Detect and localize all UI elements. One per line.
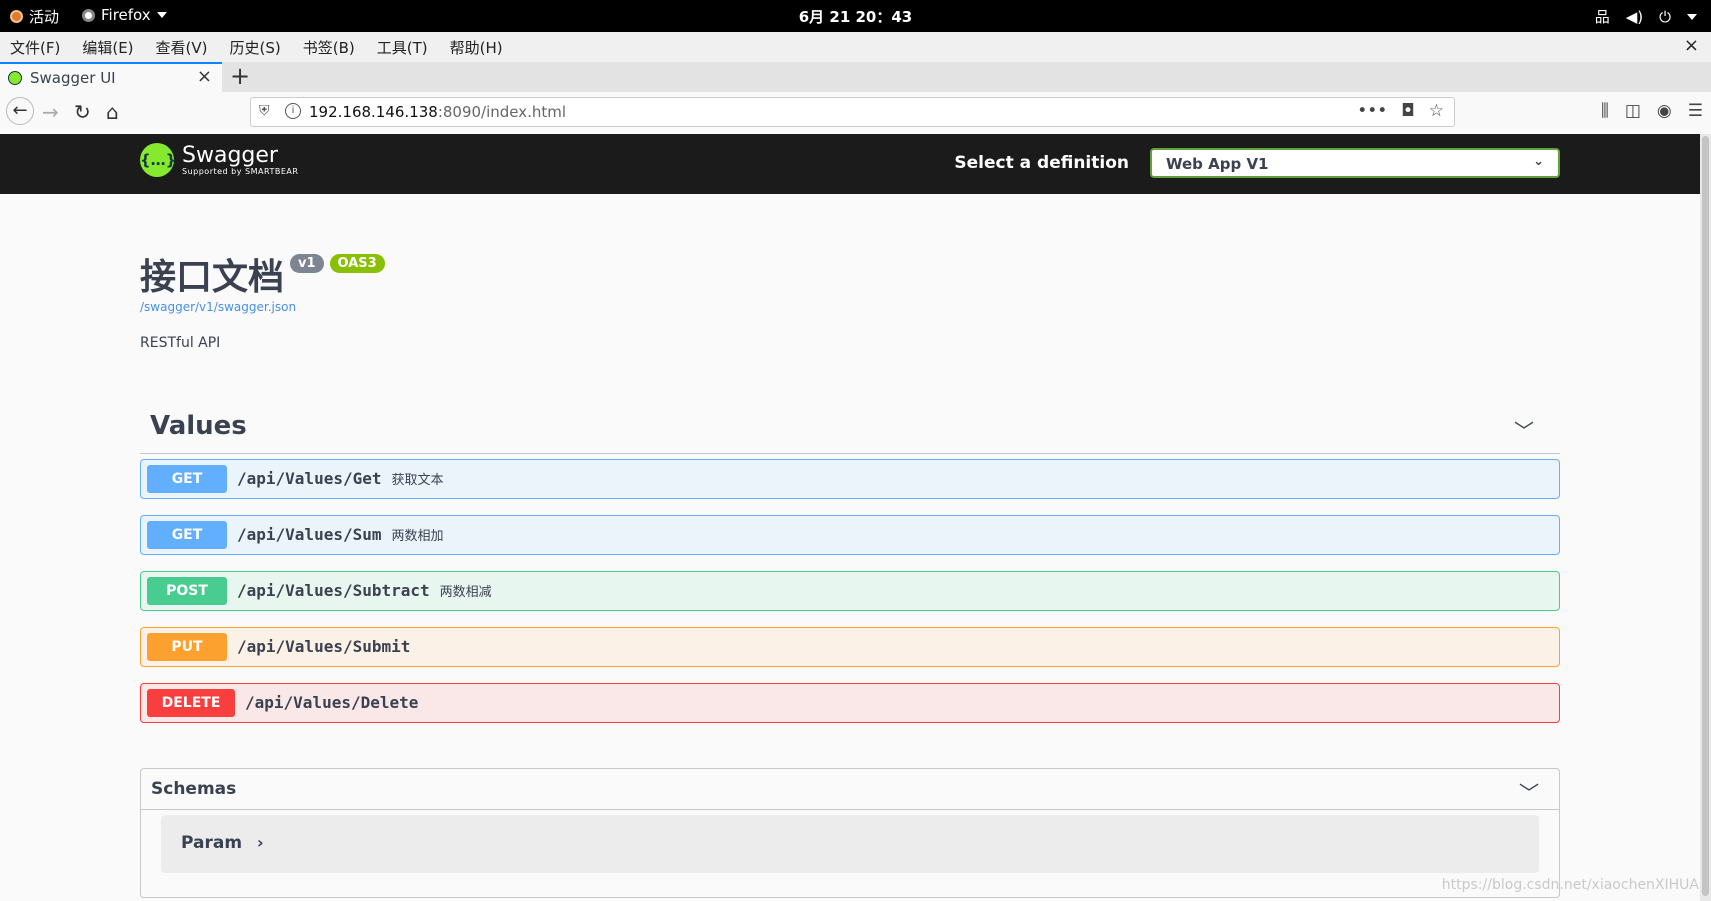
- model-param[interactable]: Param ›: [161, 815, 1539, 873]
- method-badge: PUT: [147, 633, 227, 661]
- system-tray[interactable]: 品 ◀) ⏻: [1595, 6, 1697, 27]
- path-text: /api/Values/Submit: [237, 637, 411, 656]
- site-info-icon[interactable]: i: [285, 103, 301, 119]
- window-close-button[interactable]: ×: [1684, 35, 1699, 56]
- operation-get-values-get[interactable]: GET /api/Values/Get 获取文本: [140, 459, 1560, 499]
- back-button[interactable]: ←: [6, 97, 34, 125]
- schemas-title[interactable]: Schemas: [151, 779, 236, 799]
- forward-button[interactable]: →: [42, 100, 59, 124]
- tab-bar: Swagger UI × +: [0, 62, 1711, 93]
- menu-help[interactable]: 帮助(H): [450, 37, 503, 58]
- spec-json-link[interactable]: /swagger/v1/swagger.json: [140, 300, 296, 314]
- path-text: /api/Values/Subtract: [237, 581, 430, 600]
- page-scrollbar[interactable]: [1700, 134, 1711, 901]
- swagger-brace-icon: {…}: [140, 143, 176, 177]
- method-badge: GET: [147, 465, 227, 493]
- operation-summary: 两数相减: [439, 585, 492, 600]
- menu-tools[interactable]: 工具(T): [377, 37, 428, 58]
- home-button[interactable]: ⌂: [106, 100, 119, 124]
- swagger-logo[interactable]: {…} Swagger Supported by SMARTBEAR: [140, 143, 298, 177]
- tab-title: Swagger UI: [30, 69, 116, 87]
- tray-arrow-icon: [1687, 13, 1697, 20]
- method-badge: POST: [147, 577, 227, 605]
- menu-bookmarks[interactable]: 书签(B): [303, 37, 355, 58]
- volume-icon: ◀): [1625, 7, 1644, 26]
- model-name: Param: [181, 833, 243, 853]
- clock[interactable]: 6月 21 20：43: [0, 6, 1711, 27]
- path-text: /api/Values/Get: [237, 469, 382, 488]
- swagger-topbar: {…} Swagger Supported by SMARTBEAR Selec…: [0, 134, 1700, 194]
- operation-path: /api/Values/Get 获取文本: [237, 469, 444, 488]
- operation-path: /api/Values/Subtract 两数相减: [237, 581, 492, 600]
- account-icon[interactable]: ◉: [1657, 101, 1672, 121]
- operation-delete-values-delete[interactable]: DELETE /api/Values/Delete: [140, 683, 1560, 723]
- scrollbar-thumb[interactable]: [1702, 136, 1709, 896]
- method-badge: GET: [147, 521, 227, 549]
- url-path: :8090/index.html: [437, 103, 567, 121]
- path-text: /api/Values/Delete: [245, 693, 419, 712]
- logo-sub: Supported by SMARTBEAR: [182, 166, 299, 176]
- pocket-icon[interactable]: ◘: [1401, 101, 1414, 121]
- watermark: https://blog.csdn.net/xiaochenXIHUA: [1441, 877, 1699, 893]
- operation-path: /api/Values/Sum 两数相加: [237, 525, 444, 544]
- logo-name: Swagger: [182, 142, 278, 168]
- definition-select-value: Web App V1: [1166, 155, 1269, 173]
- operation-path: /api/Values/Delete: [245, 693, 418, 712]
- method-badge: DELETE: [147, 689, 235, 717]
- operation-summary: 两数相加: [391, 529, 444, 544]
- operation-path: /api/Values/Submit: [237, 637, 410, 656]
- page-actions-button[interactable]: •••: [1357, 101, 1387, 121]
- operation-put-values-submit[interactable]: PUT /api/Values/Submit: [140, 627, 1560, 667]
- api-title: 接口文档: [140, 257, 285, 298]
- definition-select[interactable]: Web App V1 ⌄: [1150, 148, 1560, 178]
- swagger-favicon-icon: [8, 71, 22, 85]
- oas-badge: OAS3: [329, 254, 385, 273]
- menu-edit[interactable]: 编辑(E): [82, 37, 133, 58]
- tab-close-button[interactable]: ×: [197, 66, 212, 87]
- bookmark-star-icon[interactable]: ☆: [1429, 101, 1444, 121]
- power-icon: ⏻: [1659, 7, 1671, 26]
- tab-swagger-ui[interactable]: Swagger UI ×: [0, 62, 222, 92]
- api-title-block: 接口文档 v1 OAS3: [140, 248, 385, 300]
- api-description: RESTful API: [140, 335, 221, 351]
- url-text[interactable]: 192.168.146.138:8090/index.html: [309, 103, 566, 121]
- operation-get-values-sum[interactable]: GET /api/Values/Sum 两数相加: [140, 515, 1560, 555]
- hamburger-menu-icon[interactable]: ☰: [1688, 101, 1703, 121]
- operation-post-values-subtract[interactable]: POST /api/Values/Subtract 两数相减: [140, 571, 1560, 611]
- schemas-section: Schemas ﹀ Param ›: [140, 768, 1560, 898]
- collapse-chevron-icon[interactable]: ﹀: [1514, 415, 1534, 444]
- reload-button[interactable]: ↻: [74, 100, 91, 124]
- network-icon: 品: [1594, 8, 1610, 26]
- system-top-bar: 活动 Firefox 6月 21 20：43 品 ◀) ⏻: [0, 0, 1711, 32]
- divider: [141, 809, 1559, 810]
- tracking-shield-icon[interactable]: ⛨: [259, 103, 270, 119]
- select-definition-label: Select a definition: [954, 153, 1129, 173]
- new-tab-button[interactable]: +: [230, 62, 250, 90]
- schemas-collapse-chevron-icon[interactable]: ﹀: [1519, 777, 1539, 806]
- chevron-down-icon: ⌄: [1533, 154, 1544, 169]
- chevron-right-icon[interactable]: ›: [257, 833, 264, 852]
- tag-name: Values: [150, 411, 247, 441]
- menu-bar: 文件(F) 编辑(E) 查看(V) 历史(S) 书签(B) 工具(T) 帮助(H…: [0, 32, 1711, 62]
- menu-history[interactable]: 历史(S): [230, 37, 281, 58]
- path-text: /api/Values/Sum: [237, 525, 382, 544]
- url-bar[interactable]: ⛨ i 192.168.146.138:8090/index.html ••• …: [250, 97, 1455, 127]
- navigation-bar: ← → ↻ ⌂ ⛨ i 192.168.146.138:8090/index.h…: [0, 92, 1711, 135]
- version-badge: v1: [290, 254, 324, 273]
- menu-file[interactable]: 文件(F): [10, 37, 60, 58]
- tag-section-header[interactable]: Values ﹀: [140, 405, 1560, 454]
- menu-view[interactable]: 查看(V): [156, 37, 208, 58]
- url-host: 192.168.146.138: [309, 103, 438, 121]
- operation-summary: 获取文本: [391, 473, 444, 488]
- sidebar-icon[interactable]: ◫: [1625, 101, 1641, 121]
- library-icon[interactable]: ⫼: [1601, 101, 1609, 121]
